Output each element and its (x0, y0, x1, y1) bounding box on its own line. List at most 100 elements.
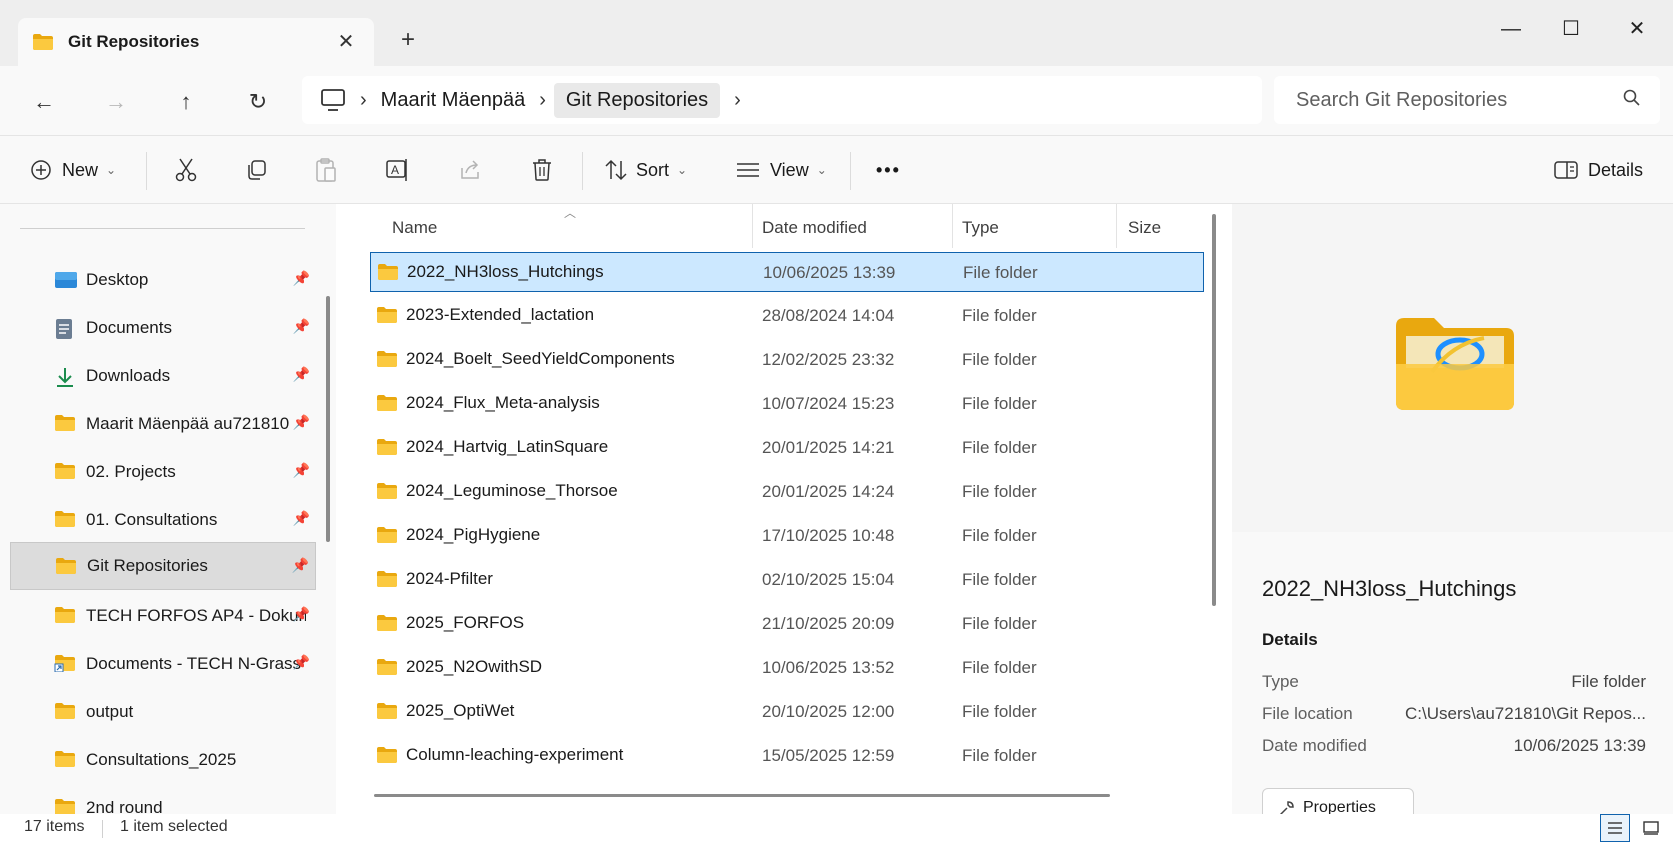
file-date-cell: 17/10/2025 10:48 (762, 526, 895, 545)
tab-git-repositories[interactable]: Git Repositories ✕ (18, 18, 374, 66)
folder-icon (54, 798, 76, 814)
scissors-icon (175, 158, 197, 182)
file-list-vertical-scrollbar[interactable] (1212, 214, 1216, 606)
sort-ascending-icon: ︿ (564, 206, 577, 220)
pin-icon: 📌 (292, 270, 310, 286)
table-row[interactable]: 2024_Leguminose_Thorsoe 20/01/2025 14:24… (370, 472, 1204, 512)
tiles-view-toggle[interactable] (1636, 814, 1666, 842)
file-date-cell: 21/10/2025 20:09 (762, 614, 895, 633)
file-type-cell: File folder (962, 482, 1037, 501)
table-row[interactable]: 2025_OptiWet 20/10/2025 12:00 File folde… (370, 692, 1204, 732)
details-row-location: File location C:\Users\au721810\Git Repo… (1262, 704, 1646, 723)
column-header-type[interactable]: Type (962, 218, 999, 238)
file-name-cell: 2024_PigHygiene (376, 525, 540, 545)
sidebar-item-consultations-2025[interactable]: Consultations_2025 (10, 738, 316, 782)
sidebar-item-tech-forfos[interactable]: TECH FORFOS AP4 - Dokumenter 📌 (10, 594, 316, 638)
maximize-button[interactable]: ☐ (1548, 14, 1594, 44)
sidebar-item-consultations[interactable]: 01. Consultations 📌 (10, 498, 316, 542)
sidebar-item-maarit[interactable]: Maarit Mäenpää au721810 📌 (10, 402, 316, 446)
new-tab-button[interactable]: + (394, 26, 422, 54)
file-explorer-window: Git Repositories ✕ + — ☐ ✕ ← → ↑ ↻ › Maa… (0, 0, 1673, 843)
file-type-cell: File folder (962, 702, 1037, 721)
pin-icon: 📌 (292, 654, 310, 670)
refresh-button[interactable]: ↻ (240, 84, 276, 120)
details-row-modified: Date modified 10/06/2025 13:39 (1262, 736, 1646, 755)
column-header-name[interactable]: Name (392, 218, 437, 238)
sidebar-item-desktop[interactable]: Desktop 📌 (10, 258, 316, 302)
file-name-cell: 2024_Flux_Meta-analysis (376, 393, 600, 413)
cut-button[interactable] (168, 152, 204, 188)
table-row[interactable]: 2024_Boelt_SeedYieldComponents 12/02/202… (370, 340, 1204, 380)
pin-icon: 📌 (292, 414, 310, 430)
command-bar: New ⌄ A Sort ⌄ View ⌄ ••• Details (0, 136, 1673, 204)
large-folder-icon (1396, 318, 1514, 410)
forward-button[interactable]: → (98, 84, 134, 120)
file-type-cell: File folder (963, 263, 1038, 282)
minimize-button[interactable]: — (1488, 14, 1534, 44)
sidebar-item-tech-ngrass[interactable]: Documents - TECH N-Grass 📌 (10, 642, 316, 686)
address-bar[interactable]: › Maarit Mäenpää › Git Repositories › (302, 76, 1262, 124)
column-divider[interactable] (1116, 204, 1117, 248)
file-date-cell: 10/07/2024 15:23 (762, 394, 895, 413)
more-options-button[interactable]: ••• (876, 150, 901, 190)
breadcrumb-current[interactable]: Git Repositories (553, 82, 721, 118)
details-pane-button[interactable]: Details (1554, 150, 1643, 190)
details-section-heading: Details (1262, 630, 1318, 649)
file-date-cell: 10/06/2025 13:52 (762, 658, 895, 677)
breadcrumb-separator[interactable]: › (360, 89, 367, 112)
up-button[interactable]: ↑ (168, 84, 204, 120)
back-button[interactable]: ← (26, 84, 62, 120)
copy-button[interactable] (238, 152, 274, 188)
file-name-cell: 2024_Hartvig_LatinSquare (376, 437, 608, 457)
sidebar-item-downloads[interactable]: Downloads 📌 (10, 354, 316, 398)
column-divider[interactable] (952, 204, 953, 248)
search-box[interactable]: Search Git Repositories (1274, 76, 1660, 124)
file-name-cell: 2024_Boelt_SeedYieldComponents (376, 349, 675, 369)
details-view-toggle[interactable] (1600, 814, 1630, 842)
view-button[interactable]: View ⌄ (736, 150, 827, 190)
sort-button[interactable]: Sort ⌄ (604, 150, 687, 190)
sidebar-divider (20, 228, 305, 229)
rename-button[interactable]: A (380, 152, 416, 188)
delete-button[interactable] (524, 152, 560, 188)
search-input[interactable]: Search Git Repositories (1296, 89, 1507, 112)
computer-icon[interactable] (320, 88, 346, 112)
file-list-horizontal-scrollbar[interactable] (374, 794, 1110, 797)
close-tab-icon[interactable]: ✕ (334, 30, 358, 54)
item-count: 17 items (24, 818, 85, 835)
close-window-button[interactable]: ✕ (1614, 14, 1660, 44)
plus-circle-icon (31, 160, 51, 180)
table-row[interactable]: 2024_PigHygiene 17/10/2025 10:48 File fo… (370, 516, 1204, 556)
column-header-date[interactable]: Date modified (762, 218, 867, 238)
paste-button[interactable] (308, 152, 344, 188)
column-header-size[interactable]: Size (1128, 218, 1161, 238)
folder-icon (376, 614, 398, 632)
table-row[interactable]: 2023-Extended_lactation 28/08/2024 14:04… (370, 296, 1204, 336)
sidebar-item-output[interactable]: output (10, 690, 316, 734)
table-row[interactable]: 2024_Flux_Meta-analysis 10/07/2024 15:23… (370, 384, 1204, 424)
breadcrumb-separator[interactable]: › (734, 89, 741, 112)
search-icon[interactable] (1622, 88, 1642, 108)
breadcrumb-separator[interactable]: › (539, 89, 546, 112)
share-button[interactable] (452, 152, 488, 188)
column-divider[interactable] (752, 204, 753, 248)
pin-icon: 📌 (291, 557, 309, 573)
sidebar-item-documents[interactable]: Documents 📌 (10, 306, 316, 350)
folder-icon (54, 414, 76, 432)
tab-title: Git Repositories (68, 32, 200, 51)
file-date-cell: 20/10/2025 12:00 (762, 702, 895, 721)
sidebar-item-git-repositories[interactable]: Git Repositories 📌 (10, 542, 316, 590)
table-row[interactable]: 2024-Pfilter 02/10/2025 15:04 File folde… (370, 560, 1204, 600)
pin-icon: 📌 (292, 462, 310, 478)
sidebar-item-2nd-round[interactable]: 2nd round (10, 786, 316, 814)
sidebar-scrollbar[interactable] (326, 296, 330, 542)
table-row[interactable]: Column-leaching-experiment 15/05/2025 12… (370, 736, 1204, 776)
table-row[interactable]: 2022_NH3loss_Hutchings 10/06/2025 13:39 … (370, 252, 1204, 292)
table-row[interactable]: 2025_N2OwithSD 10/06/2025 13:52 File fol… (370, 648, 1204, 688)
breadcrumb-user[interactable]: Maarit Mäenpää (381, 89, 526, 112)
sidebar-item-projects[interactable]: 02. Projects 📌 (10, 450, 316, 494)
new-button[interactable]: New ⌄ (30, 150, 116, 190)
table-row[interactable]: 2024_Hartvig_LatinSquare 20/01/2025 14:2… (370, 428, 1204, 468)
folder-icon (376, 570, 398, 588)
table-row[interactable]: 2025_FORFOS 21/10/2025 20:09 File folder (370, 604, 1204, 644)
